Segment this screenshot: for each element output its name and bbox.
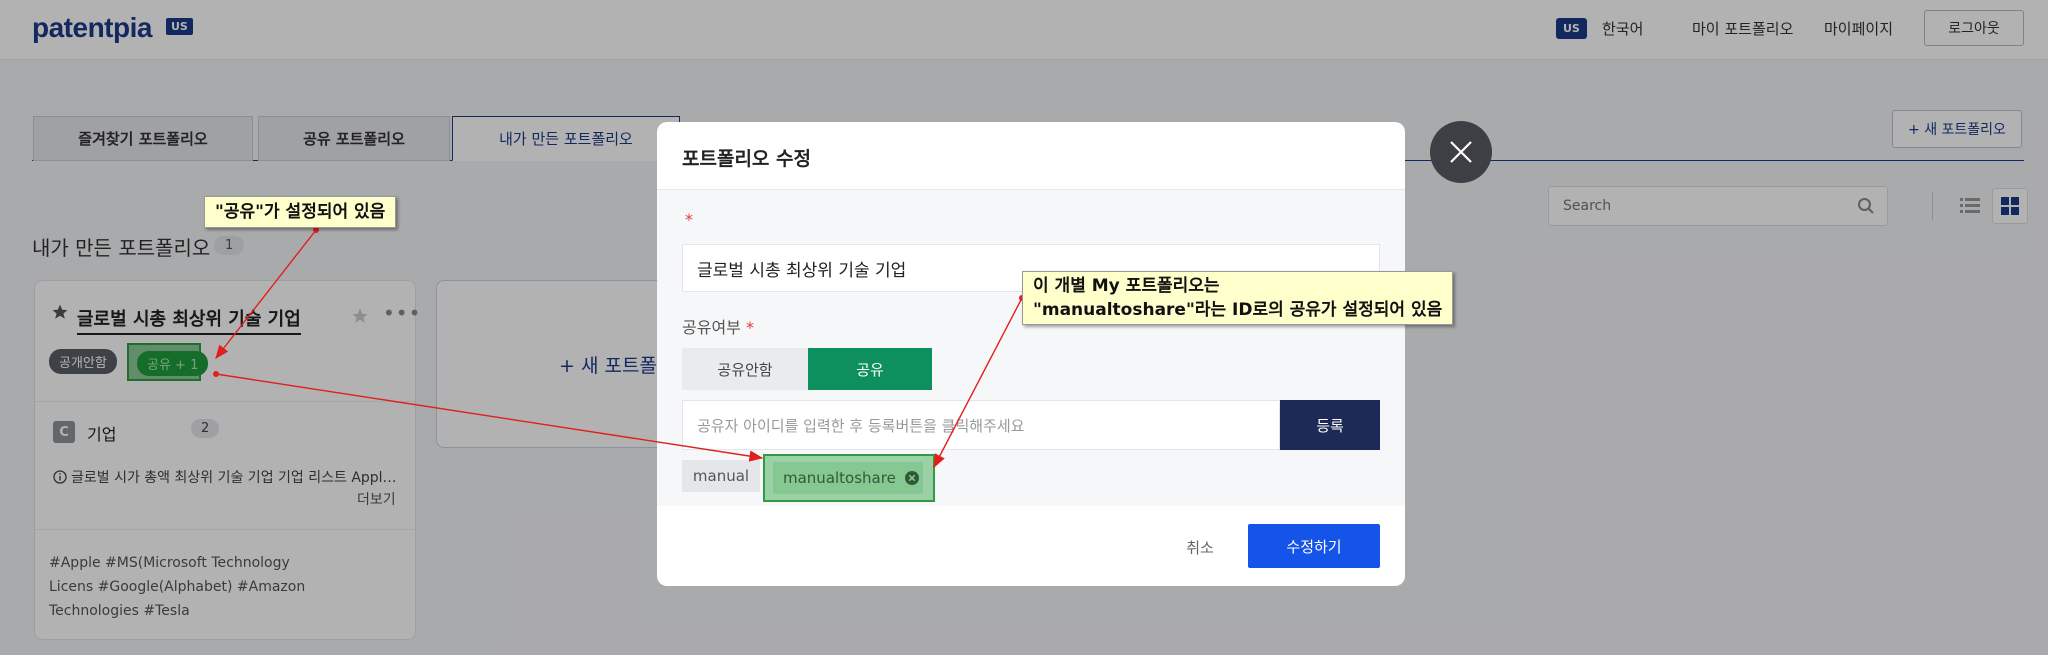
sharer-chip-label: manualtoshare <box>783 469 896 487</box>
annotation-callout-share-id: 이 개별 My 포트폴리오는 "manualtoshare"라는 ID로의 공유… <box>1022 271 1454 325</box>
share-option-label: 공유여부 * <box>682 314 754 338</box>
edit-portfolio-modal: 포트폴리오 수정 * 글로벌 시총 최상위 기술 기업 공유여부 * 공유안함 … <box>657 122 1405 586</box>
sharer-id-input[interactable]: 공유자 아이디를 입력한 후 등록버튼을 클릭해주세요 <box>682 400 1280 450</box>
register-button[interactable]: 등록 <box>1280 400 1380 450</box>
share-off-toggle[interactable]: 공유안함 <box>682 348 808 390</box>
remove-chip-icon[interactable] <box>905 471 919 489</box>
sharer-chip-manual[interactable]: manual <box>682 460 760 492</box>
sharer-chip-highlight: manualtoshare <box>763 454 935 502</box>
modal-title: 포트폴리오 수정 <box>682 148 811 170</box>
modal-footer: 취소 수정하기 <box>657 506 1405 586</box>
share-option-label-text: 공유여부 <box>682 318 741 337</box>
required-mark: * <box>685 210 693 229</box>
callout-line: "manualtoshare"라는 ID로의 공유가 설정되어 있음 <box>1033 300 1443 320</box>
cancel-button[interactable]: 취소 <box>1165 526 1235 568</box>
share-on-toggle[interactable]: 공유 <box>808 348 932 390</box>
annotation-callout-share-set: "공유"가 설정되어 있음 <box>204 196 397 228</box>
required-mark: * <box>745 318 754 337</box>
callout-line: 이 개별 My 포트폴리오는 <box>1033 276 1220 296</box>
modal-body: * 글로벌 시총 최상위 기술 기업 공유여부 * 공유안함 공유 공유자 아이… <box>657 190 1405 506</box>
close-modal-icon[interactable] <box>1430 121 1492 183</box>
save-button[interactable]: 수정하기 <box>1248 524 1380 568</box>
sharer-chip-manualtoshare[interactable]: manualtoshare <box>773 462 923 494</box>
modal-header: 포트폴리오 수정 <box>657 122 1405 190</box>
